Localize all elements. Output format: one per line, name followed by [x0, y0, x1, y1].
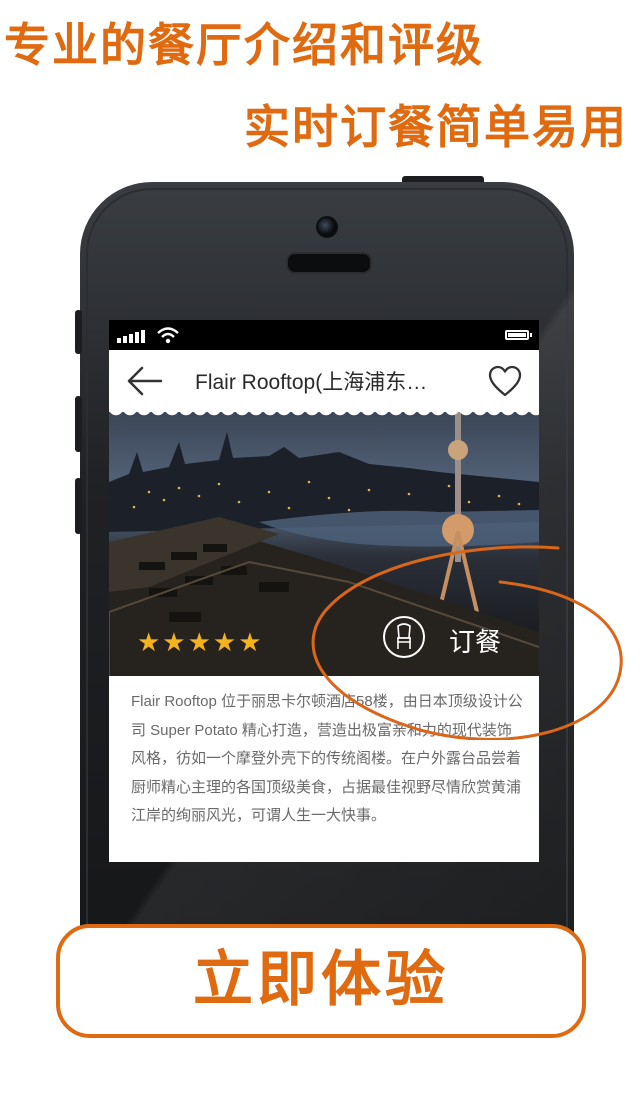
earpiece-speaker — [286, 252, 372, 274]
back-arrow-icon[interactable] — [125, 364, 165, 398]
battery-icon — [505, 330, 532, 340]
headline-line-1: 专业的餐厅介绍和评级 — [4, 18, 484, 72]
signal-icon — [117, 329, 147, 343]
navigation-bar: Flair Rooftop(上海浦东… — [109, 350, 539, 412]
restaurant-title: Flair Rooftop(上海浦东… — [195, 371, 428, 394]
status-bar — [109, 320, 539, 350]
scalloped-divider — [109, 408, 539, 420]
wifi-icon — [157, 327, 179, 344]
mute-switch — [75, 310, 82, 354]
highlight-circle-annotation — [311, 545, 623, 740]
front-camera — [316, 216, 338, 238]
rating-stars: ★★★★★ — [137, 628, 264, 658]
headline-line-2: 实时订餐简单易用 — [244, 100, 628, 154]
try-now-button[interactable]: 立即体验 — [56, 924, 586, 1038]
volume-up-button — [75, 396, 82, 452]
volume-down-button — [75, 478, 82, 534]
heart-icon[interactable] — [487, 364, 523, 398]
